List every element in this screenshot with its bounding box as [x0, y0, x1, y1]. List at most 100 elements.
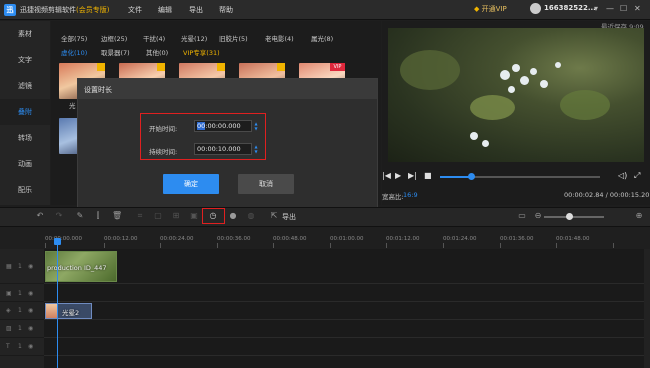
prev-frame-icon[interactable]: |◀ — [382, 171, 391, 180]
play-icon[interactable]: ▶ — [395, 171, 401, 180]
maximize-icon[interactable]: ☐ — [620, 4, 627, 13]
category-all[interactable]: 全部(75) — [61, 33, 87, 43]
ruler-tick-label: 00:00:48.00 — [273, 236, 307, 242]
nav-item-filter[interactable]: 滤镜 — [0, 73, 50, 99]
close-icon[interactable]: ✕ — [634, 4, 641, 13]
next-frame-icon[interactable]: ▶| — [408, 171, 417, 180]
ruler-tick — [45, 243, 46, 248]
playhead[interactable] — [57, 238, 58, 368]
start-time-input[interactable]: 00:00:00.000 — [194, 120, 252, 132]
redo-icon[interactable]: ↷ — [54, 211, 64, 221]
category-old-movie[interactable]: 老电影(4) — [265, 33, 294, 43]
playhead-handle[interactable] — [54, 238, 61, 245]
start-time-rest: :00:00.000 — [205, 122, 241, 130]
video-track-number: 1 — [18, 263, 22, 270]
preview-foliage — [400, 50, 460, 90]
eye-icon[interactable]: ◉ — [28, 343, 33, 350]
avatar[interactable] — [530, 3, 541, 14]
text-track-icon: ▨ — [6, 325, 12, 332]
category-old-film[interactable]: 旧胶片(5) — [219, 33, 248, 43]
pip-track-number: 1 — [18, 290, 22, 297]
cancel-button[interactable]: 取消 — [238, 174, 294, 194]
stop-icon[interactable]: ■ — [424, 171, 432, 180]
fullscreen-icon[interactable]: ⤢ — [634, 171, 640, 181]
delete-icon[interactable]: 🗑 — [112, 211, 122, 221]
playback-progress-handle[interactable] — [468, 173, 475, 180]
nav-item-overlay[interactable]: 叠附 — [0, 99, 50, 125]
overlay-track[interactable] — [44, 302, 644, 320]
nav-item-animation[interactable]: 动画 — [0, 151, 50, 177]
ruler-tick — [217, 243, 218, 248]
speed-icon[interactable]: ⊞ — [171, 211, 181, 221]
menu-file[interactable]: 文件 — [128, 5, 142, 15]
category-halo[interactable]: 光晕(12) — [181, 33, 207, 43]
zoom-slider-handle[interactable] — [566, 213, 573, 220]
caption-track-number: 1 — [18, 343, 22, 350]
minimize-icon[interactable]: — — [606, 4, 614, 13]
app-edition: (会员专版) — [76, 6, 110, 14]
zoom-in-icon[interactable]: ⊕ — [634, 211, 644, 221]
username[interactable]: 166382522... — [544, 4, 596, 12]
eye-icon[interactable]: ◉ — [28, 307, 33, 314]
zoom-slider-track[interactable] — [544, 216, 604, 218]
duration-stepper-icon[interactable]: ▲ ▼ — [253, 144, 259, 154]
category-other[interactable]: 其他(0) — [146, 47, 168, 57]
ruler-tick-label: 00:00:12.00 — [104, 236, 138, 242]
category-border[interactable]: 边框(25) — [101, 33, 127, 43]
caption-track[interactable] — [44, 338, 644, 356]
fit-icon[interactable]: ▭ — [517, 211, 527, 221]
vip-button[interactable]: ◆ 开通VIP — [474, 4, 507, 14]
category-light[interactable]: 属光(8) — [311, 33, 333, 43]
mosaic-icon[interactable]: ◍ — [246, 211, 256, 221]
timeline-ruler[interactable] — [0, 227, 650, 249]
menu-help[interactable]: 帮助 — [219, 5, 233, 15]
clock-icon[interactable]: ◷ — [208, 211, 218, 221]
video-clip-label: production ID_447 — [47, 264, 107, 272]
category-blur[interactable]: 虚化(10) — [61, 47, 87, 57]
text-track[interactable] — [44, 320, 644, 338]
timeline-scrollbar[interactable] — [644, 249, 650, 368]
eye-icon[interactable]: ◉ — [28, 263, 33, 270]
dropdown-icon[interactable]: ▾ — [594, 4, 598, 13]
ruler-tick — [613, 243, 614, 248]
playback-progress-fill — [440, 176, 471, 178]
copy-icon[interactable]: ▢ — [153, 211, 163, 221]
overlay-track-icon: ◈ — [6, 307, 11, 314]
nav-item-transition[interactable]: 转场 — [0, 125, 50, 151]
app-title: 迅捷视频剪辑软件(会员专版) — [20, 5, 109, 15]
export-button[interactable]: 导出 — [282, 212, 296, 222]
crop-icon[interactable]: ⌗ — [135, 211, 145, 221]
category-viewfinder[interactable]: 取景器(7) — [101, 47, 130, 57]
preview-foliage — [560, 90, 610, 120]
confirm-button[interactable]: 确定 — [163, 174, 219, 194]
category-interference[interactable]: 干扰(4) — [143, 33, 165, 43]
menu-edit[interactable]: 编辑 — [158, 5, 172, 15]
microphone-icon[interactable]: ● — [228, 211, 238, 221]
aspect-ratio-value[interactable]: 16:9 — [403, 191, 418, 199]
nav-item-text[interactable]: 文字 — [0, 47, 50, 73]
preview-flower — [482, 140, 489, 147]
pip-track[interactable] — [44, 284, 644, 302]
reverse-icon[interactable]: ▣ — [189, 211, 199, 221]
eye-icon[interactable]: ◉ — [28, 290, 33, 297]
text-track-number: 1 — [18, 325, 22, 332]
export-icon[interactable]: ⇱ — [269, 211, 279, 221]
zoom-out-icon[interactable]: ⊖ — [533, 211, 543, 221]
start-time-label: 开始时间: — [149, 125, 178, 133]
overlay-track-number: 1 — [18, 307, 22, 314]
nav-item-music[interactable]: 配乐 — [0, 177, 50, 203]
ruler-tick — [273, 243, 274, 248]
track-header-music — [0, 356, 44, 368]
category-vip[interactable]: VIP专享(31) — [183, 47, 220, 57]
undo-icon[interactable]: ↶ — [35, 211, 45, 221]
volume-icon[interactable]: ◁) — [618, 171, 627, 180]
edit-icon[interactable]: ✎ — [75, 211, 85, 221]
duration-input[interactable]: 00:00:10.000 — [194, 143, 252, 155]
split-icon[interactable]: ⫿ — [93, 211, 103, 221]
menu-export[interactable]: 导出 — [189, 5, 203, 15]
ruler-tick — [443, 243, 444, 248]
video-track[interactable] — [44, 249, 644, 284]
nav-item-media[interactable]: 素材 — [0, 21, 50, 47]
start-time-stepper-icon[interactable]: ▲ ▼ — [253, 121, 259, 131]
eye-icon[interactable]: ◉ — [28, 325, 33, 332]
